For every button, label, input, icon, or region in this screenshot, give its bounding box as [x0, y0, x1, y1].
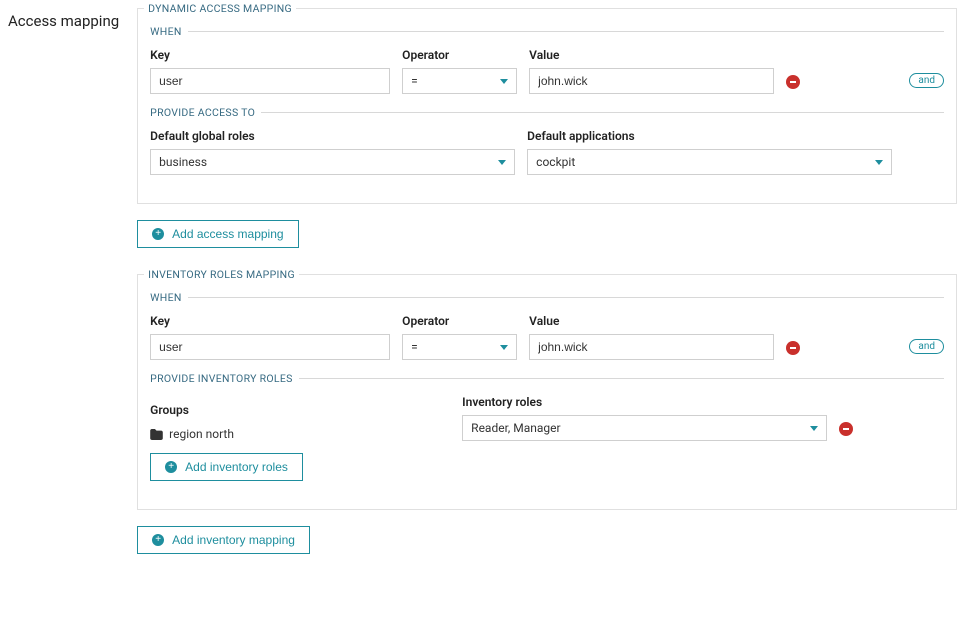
- minus-icon: [790, 81, 796, 83]
- inventory-operator-select[interactable]: =: [402, 334, 517, 360]
- plus-circle-icon: +: [165, 461, 177, 473]
- inventory-roles-value: Reader, Manager: [471, 421, 560, 435]
- folder-icon: [150, 429, 163, 440]
- plus-circle-icon: +: [152, 228, 164, 240]
- dynamic-provide-legend: PROVIDE ACCESS TO: [150, 106, 261, 119]
- inventory-roles-mapping-section: INVENTORY ROLES MAPPING WHEN Key Operato…: [137, 274, 957, 510]
- inventory-operator-label: Operator: [402, 314, 517, 328]
- dynamic-when-group: WHEN Key Operator =: [150, 25, 944, 94]
- add-inventory-roles-button[interactable]: + Add inventory roles: [150, 453, 303, 481]
- and-condition-button[interactable]: and: [909, 73, 944, 88]
- dynamic-operator-value: =: [411, 74, 418, 88]
- inventory-when-group: WHEN Key Operator =: [150, 291, 944, 360]
- and-condition-button[interactable]: and: [909, 339, 944, 354]
- inventory-provide-legend: PROVIDE INVENTORY ROLES: [150, 372, 298, 385]
- inventory-value-label: Value: [529, 314, 774, 328]
- dynamic-operator-label: Operator: [402, 48, 517, 62]
- dynamic-roles-label: Default global roles: [150, 129, 515, 143]
- remove-condition-button[interactable]: [786, 75, 800, 89]
- divider: [299, 378, 944, 379]
- chevron-down-icon: [810, 426, 818, 431]
- page-title: Access mapping: [8, 8, 119, 554]
- chevron-down-icon: [498, 160, 506, 165]
- divider: [188, 31, 944, 32]
- dynamic-key-input[interactable]: [150, 68, 390, 94]
- remove-condition-button[interactable]: [786, 341, 800, 355]
- minus-icon: [843, 428, 849, 430]
- divider: [188, 297, 944, 298]
- dynamic-roles-value: business: [159, 155, 207, 169]
- dynamic-provide-group: PROVIDE ACCESS TO Default global roles b…: [150, 106, 944, 175]
- minus-icon: [790, 347, 796, 349]
- dynamic-apps-value: cockpit: [536, 155, 575, 169]
- dynamic-apps-label: Default applications: [527, 129, 892, 143]
- dynamic-apps-select[interactable]: cockpit: [527, 149, 892, 175]
- inventory-roles-label: Inventory roles: [462, 395, 827, 409]
- inventory-when-legend: WHEN: [150, 291, 187, 304]
- inventory-key-label: Key: [150, 314, 390, 328]
- divider: [261, 112, 944, 113]
- add-access-mapping-button[interactable]: + Add access mapping: [137, 220, 298, 248]
- chevron-down-icon: [500, 79, 508, 84]
- inventory-key-input[interactable]: [150, 334, 390, 360]
- inventory-provide-group: PROVIDE INVENTORY ROLES Groups region no…: [150, 372, 944, 481]
- inventory-group-item: region north: [150, 427, 450, 441]
- chevron-down-icon: [875, 160, 883, 165]
- dynamic-section-legend: DYNAMIC ACCESS MAPPING: [144, 2, 296, 15]
- chevron-down-icon: [500, 345, 508, 350]
- plus-circle-icon: +: [152, 534, 164, 546]
- dynamic-key-label: Key: [150, 48, 390, 62]
- dynamic-access-mapping-section: DYNAMIC ACCESS MAPPING WHEN Key Operator: [137, 8, 957, 204]
- dynamic-value-label: Value: [529, 48, 774, 62]
- add-inventory-roles-label: Add inventory roles: [185, 460, 288, 474]
- inventory-roles-select[interactable]: Reader, Manager: [462, 415, 827, 441]
- dynamic-value-input[interactable]: [529, 68, 774, 94]
- add-inventory-mapping-button[interactable]: + Add inventory mapping: [137, 526, 310, 554]
- inventory-group-name: region north: [169, 427, 234, 441]
- inventory-groups-label: Groups: [150, 403, 450, 417]
- add-inventory-mapping-label: Add inventory mapping: [172, 533, 295, 547]
- dynamic-when-legend: WHEN: [150, 25, 187, 38]
- dynamic-operator-select[interactable]: =: [402, 68, 517, 94]
- dynamic-roles-select[interactable]: business: [150, 149, 515, 175]
- remove-inventory-role-button[interactable]: [839, 422, 853, 436]
- inventory-value-input[interactable]: [529, 334, 774, 360]
- inventory-operator-value: =: [411, 340, 418, 354]
- add-access-mapping-label: Add access mapping: [172, 227, 283, 241]
- inventory-section-legend: INVENTORY ROLES MAPPING: [144, 268, 299, 281]
